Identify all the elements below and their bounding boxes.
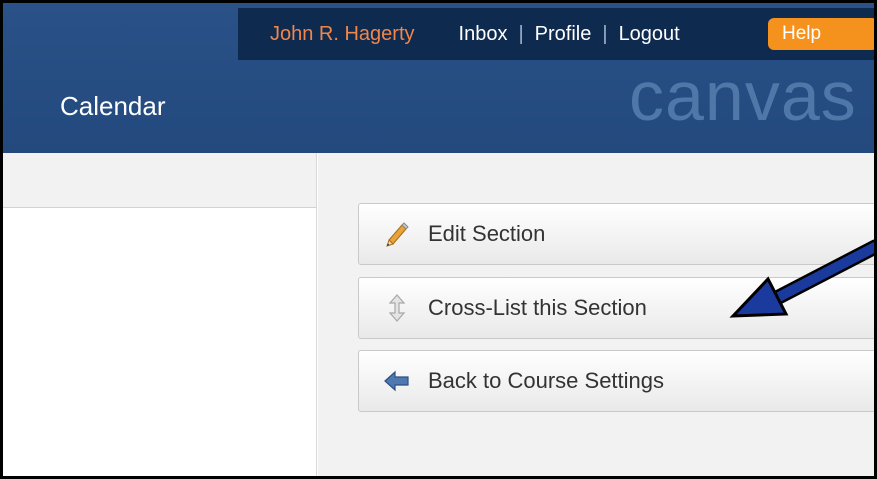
user-name-link[interactable]: John R. Hagerty	[270, 23, 415, 46]
global-header: John R. Hagerty Inbox | Profile | Logout…	[3, 3, 874, 153]
left-pane-strip	[3, 153, 316, 208]
inbox-link[interactable]: Inbox	[459, 23, 508, 46]
left-pane	[3, 153, 317, 476]
screenshot-frame: John R. Hagerty Inbox | Profile | Logout…	[0, 0, 877, 479]
left-arrow-icon	[383, 367, 411, 395]
canvas-logo: canvas	[629, 57, 857, 135]
edit-section-label: Edit Section	[428, 221, 546, 246]
cross-list-section-label: Cross-List this Section	[428, 295, 647, 320]
back-to-course-settings-label: Back to Course Settings	[428, 368, 665, 393]
profile-link[interactable]: Profile	[535, 23, 592, 46]
separator: |	[602, 22, 608, 45]
user-bar: John R. Hagerty Inbox | Profile | Logout…	[238, 8, 874, 60]
vertical-arrows-icon	[383, 294, 411, 322]
separator: |	[518, 22, 524, 45]
logout-link[interactable]: Logout	[619, 23, 680, 46]
help-button[interactable]: Help	[768, 18, 874, 50]
back-to-course-settings-button[interactable]: Back to Course Settings	[358, 350, 874, 412]
cross-list-section-button[interactable]: Cross-List this Section	[358, 277, 874, 339]
right-sidebar: Edit Section Cross-List this Section Bac…	[318, 153, 874, 476]
pencil-icon	[383, 220, 411, 248]
edit-section-button[interactable]: Edit Section	[358, 203, 874, 265]
page-title: Calendar	[60, 91, 166, 121]
